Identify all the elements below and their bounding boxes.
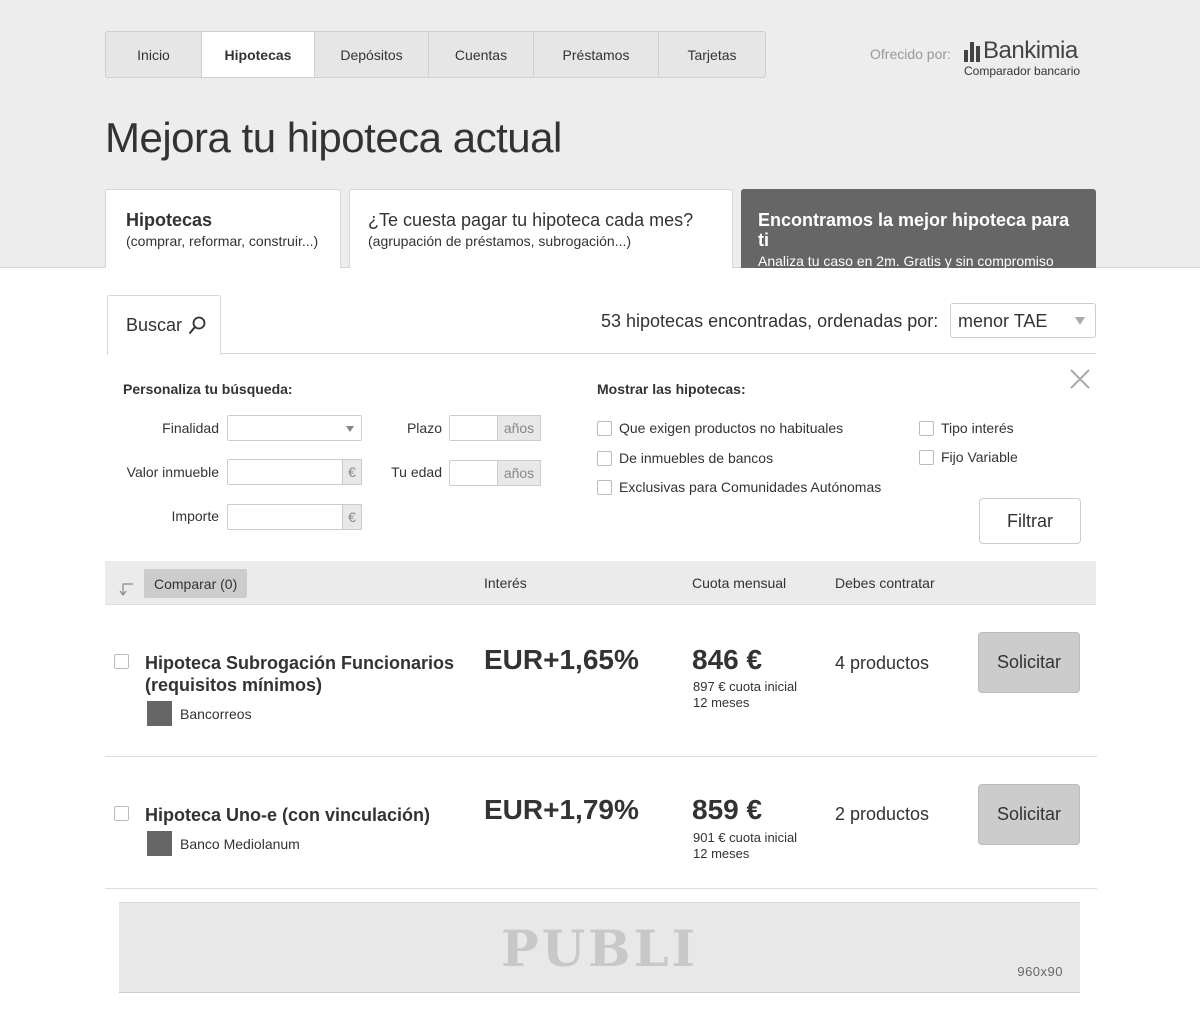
ad-label: PUBLI (500, 919, 698, 978)
interest-rate: EUR+1,65% (484, 644, 639, 675)
search-icon (188, 316, 206, 334)
ad-size: 960x90 (1017, 964, 1063, 979)
search-tab-label: Buscar (126, 315, 183, 335)
category-subtitle: (comprar, reformar, construir...) (126, 233, 319, 249)
checkbox-fijo-variable[interactable]: Fijo Variable (919, 449, 1018, 465)
currency-suffix: € (342, 504, 362, 530)
nav-item-prestamos[interactable]: Préstamos (534, 32, 659, 77)
bank-info: Bancorreos (147, 701, 252, 726)
valor-inmueble-label: Valor inmueble (126, 464, 219, 480)
checkbox-label: De inmuebles de bancos (619, 450, 774, 466)
nav-item-inicio[interactable]: Inicio (106, 32, 202, 77)
checkbox[interactable] (597, 479, 612, 495)
checkbox-inmuebles-bancos[interactable]: De inmuebles de bancos (597, 450, 773, 466)
valor-inmueble-field[interactable]: € (227, 459, 362, 485)
monthly-payment: 859 € (692, 794, 763, 825)
compare-button[interactable]: Comparar (0) (144, 569, 248, 598)
filter-button[interactable]: Filtrar (979, 498, 1081, 544)
required-products: 2 productos (835, 804, 930, 824)
required-products: 4 productos (835, 653, 930, 673)
nav-item-tarjetas[interactable]: Tarjetas (659, 32, 765, 77)
nav-item-hipotecas[interactable]: Hipotecas (202, 32, 315, 77)
column-header-cuota[interactable]: Cuota mensual (692, 575, 786, 591)
plazo-field[interactable]: años (449, 415, 541, 441)
category-subtitle: Analiza tu caso en 2m. Gratis y sin comp… (758, 253, 1054, 269)
bank-name: Banco Mediolanum (180, 835, 300, 852)
bar-chart-icon (964, 42, 980, 62)
currency-suffix: € (342, 459, 362, 485)
ad-banner[interactable]: PUBLI 960x90 (119, 902, 1080, 993)
importe-field[interactable]: € (227, 504, 362, 530)
compare-checkbox[interactable] (114, 654, 129, 669)
finalidad-label: Finalidad (162, 420, 219, 436)
search-tab[interactable]: Buscar (107, 295, 221, 355)
finalidad-select[interactable] (227, 415, 362, 441)
checkbox-productos-no-habituales[interactable]: Que exigen productos no habituales (597, 420, 843, 436)
initial-payment-note: 897 € cuota inicial 12 meses (693, 679, 798, 710)
category-tab-mejor-hipoteca[interactable]: Encontramos la mejor hipoteca para ti An… (741, 189, 1096, 269)
sort-arrow-icon[interactable] (118, 581, 134, 597)
checkbox-label: Exclusivas para Comunidades Autónomas (619, 479, 882, 495)
sort-select[interactable]: menor TAE (950, 303, 1096, 338)
main-nav: Inicio Hipotecas Depósitos Cuentas Prést… (105, 31, 766, 78)
checkbox[interactable] (919, 420, 934, 436)
product-name[interactable]: Hipoteca Subrogación Funcionarios (requi… (145, 652, 475, 696)
brand-tagline: Comparador bancario (964, 64, 1081, 78)
checkbox[interactable] (597, 450, 612, 466)
table-row: Hipoteca Subrogación Funcionarios (requi… (105, 605, 1097, 757)
checkbox[interactable] (919, 449, 934, 465)
column-header-interes[interactable]: Interés (484, 575, 527, 591)
checkbox-tipo-interes[interactable]: Tipo interés (919, 420, 1014, 436)
years-suffix: años (497, 460, 541, 486)
sort-select-value: menor TAE (958, 311, 1048, 331)
bank-info: Banco Mediolanum (147, 831, 300, 856)
initial-payment-note: 901 € cuota inicial 12 meses (693, 830, 798, 861)
chevron-down-icon (346, 426, 354, 432)
nav-item-depositos[interactable]: Depósitos (315, 32, 429, 77)
bank-logo (147, 701, 172, 726)
column-header-contratar[interactable]: Debes contratar (835, 575, 935, 591)
checkbox-label: Fijo Variable (941, 449, 1018, 465)
edad-field[interactable]: años (449, 460, 541, 486)
plazo-label: Plazo (406, 420, 442, 436)
bank-logo (147, 831, 172, 856)
checkbox-comunidades-autonomas[interactable]: Exclusivas para Comunidades Autónomas (597, 479, 881, 495)
page-title: Mejora tu hipoteca actual (105, 114, 562, 161)
bank-name: Bancorreos (180, 705, 252, 722)
show-mortgages-heading: Mostrar las hipotecas: (597, 381, 746, 397)
checkbox-label: Tipo interés (941, 420, 1014, 436)
category-title: ¿Te cuesta pagar tu hipoteca cada mes? (368, 210, 694, 230)
checkbox[interactable] (597, 420, 612, 436)
nav-item-cuentas[interactable]: Cuentas (429, 32, 534, 77)
offered-by-label: Ofrecido por: (870, 46, 951, 62)
results-count: 53 hipotecas encontradas, ordenadas por: (601, 311, 939, 331)
product-name[interactable]: Hipoteca Uno-e (con vinculación) (145, 804, 475, 826)
checkbox-label: Que exigen productos no habituales (619, 420, 844, 436)
category-tab-hipotecas[interactable]: Hipotecas (comprar, reformar, construir.… (105, 189, 341, 268)
results-table-header: Comparar (0) Interés Cuota mensual Debes… (105, 561, 1096, 605)
solicitar-button[interactable]: Solicitar (978, 784, 1080, 845)
brand-logo[interactable]: Bankimia Comparador bancario (964, 38, 1080, 78)
brand-name: Bankimia (983, 37, 1078, 64)
solicitar-button[interactable]: Solicitar (978, 632, 1080, 693)
close-icon[interactable] (1069, 368, 1091, 390)
years-suffix: años (497, 415, 541, 441)
category-title: Hipotecas (126, 210, 213, 230)
divider (221, 353, 1096, 354)
interest-rate: EUR+1,79% (484, 794, 639, 825)
category-title: Encontramos la mejor hipoteca para ti (758, 210, 1070, 250)
monthly-payment: 846 € (692, 644, 763, 675)
compare-checkbox[interactable] (114, 806, 129, 821)
edad-label: Tu edad (391, 464, 442, 480)
table-row: Hipoteca Uno-e (con vinculación) Banco M… (105, 757, 1097, 889)
category-subtitle: (agrupación de préstamos, subrogación...… (368, 233, 632, 249)
category-tab-cuesta-pagar[interactable]: ¿Te cuesta pagar tu hipoteca cada mes? (… (349, 189, 733, 268)
chevron-down-icon (1075, 317, 1085, 325)
importe-label: Importe (171, 508, 219, 524)
personalize-heading: Personaliza tu búsqueda: (123, 381, 293, 397)
